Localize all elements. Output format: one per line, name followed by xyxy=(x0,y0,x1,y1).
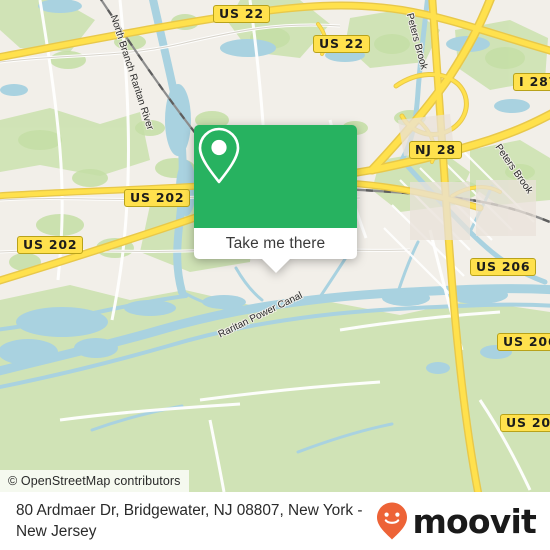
highway-shield: I 287 xyxy=(513,73,550,91)
footer-bar: 80 Ardmaer Dr, Bridgewater, NJ 08807, Ne… xyxy=(0,492,550,550)
take-me-there-button[interactable]: Take me there xyxy=(194,228,357,259)
address-text: 80 Ardmaer Dr, Bridgewater, NJ 08807, Ne… xyxy=(16,502,363,540)
callout-pointer xyxy=(261,259,290,273)
highway-shield: US 22 xyxy=(313,35,370,53)
map-pin-icon xyxy=(198,127,240,184)
moovit-brand[interactable]: moovit xyxy=(375,501,537,541)
take-me-there-label: Take me there xyxy=(225,234,326,252)
highway-shield: US 22 xyxy=(213,5,270,23)
moovit-smiley-pin-icon xyxy=(377,502,408,540)
callout-icon-panel xyxy=(194,125,357,228)
map-canvas[interactable]: US 22 US 22 I 287 NJ 28 US 202 US 202 US 206 US… xyxy=(0,0,550,492)
location-callout-card[interactable]: Take me there xyxy=(194,125,357,273)
moovit-map-screenshot: US 22 US 22 I 287 NJ 28 US 202 US 202 US 206 US… xyxy=(0,0,550,550)
highway-shield: US 206 xyxy=(470,258,537,276)
highway-shield: US 206 xyxy=(497,333,550,351)
osm-attribution-text: © OpenStreetMap contributors xyxy=(8,474,181,488)
moovit-wordmark: moovit xyxy=(412,501,536,541)
highway-shield: NJ 28 xyxy=(409,141,462,159)
highway-shield: US 202 xyxy=(17,236,84,254)
osm-attribution[interactable]: © OpenStreetMap contributors xyxy=(0,470,189,492)
highway-shield: US 206 xyxy=(500,414,550,432)
highway-shield: US 202 xyxy=(124,189,191,207)
